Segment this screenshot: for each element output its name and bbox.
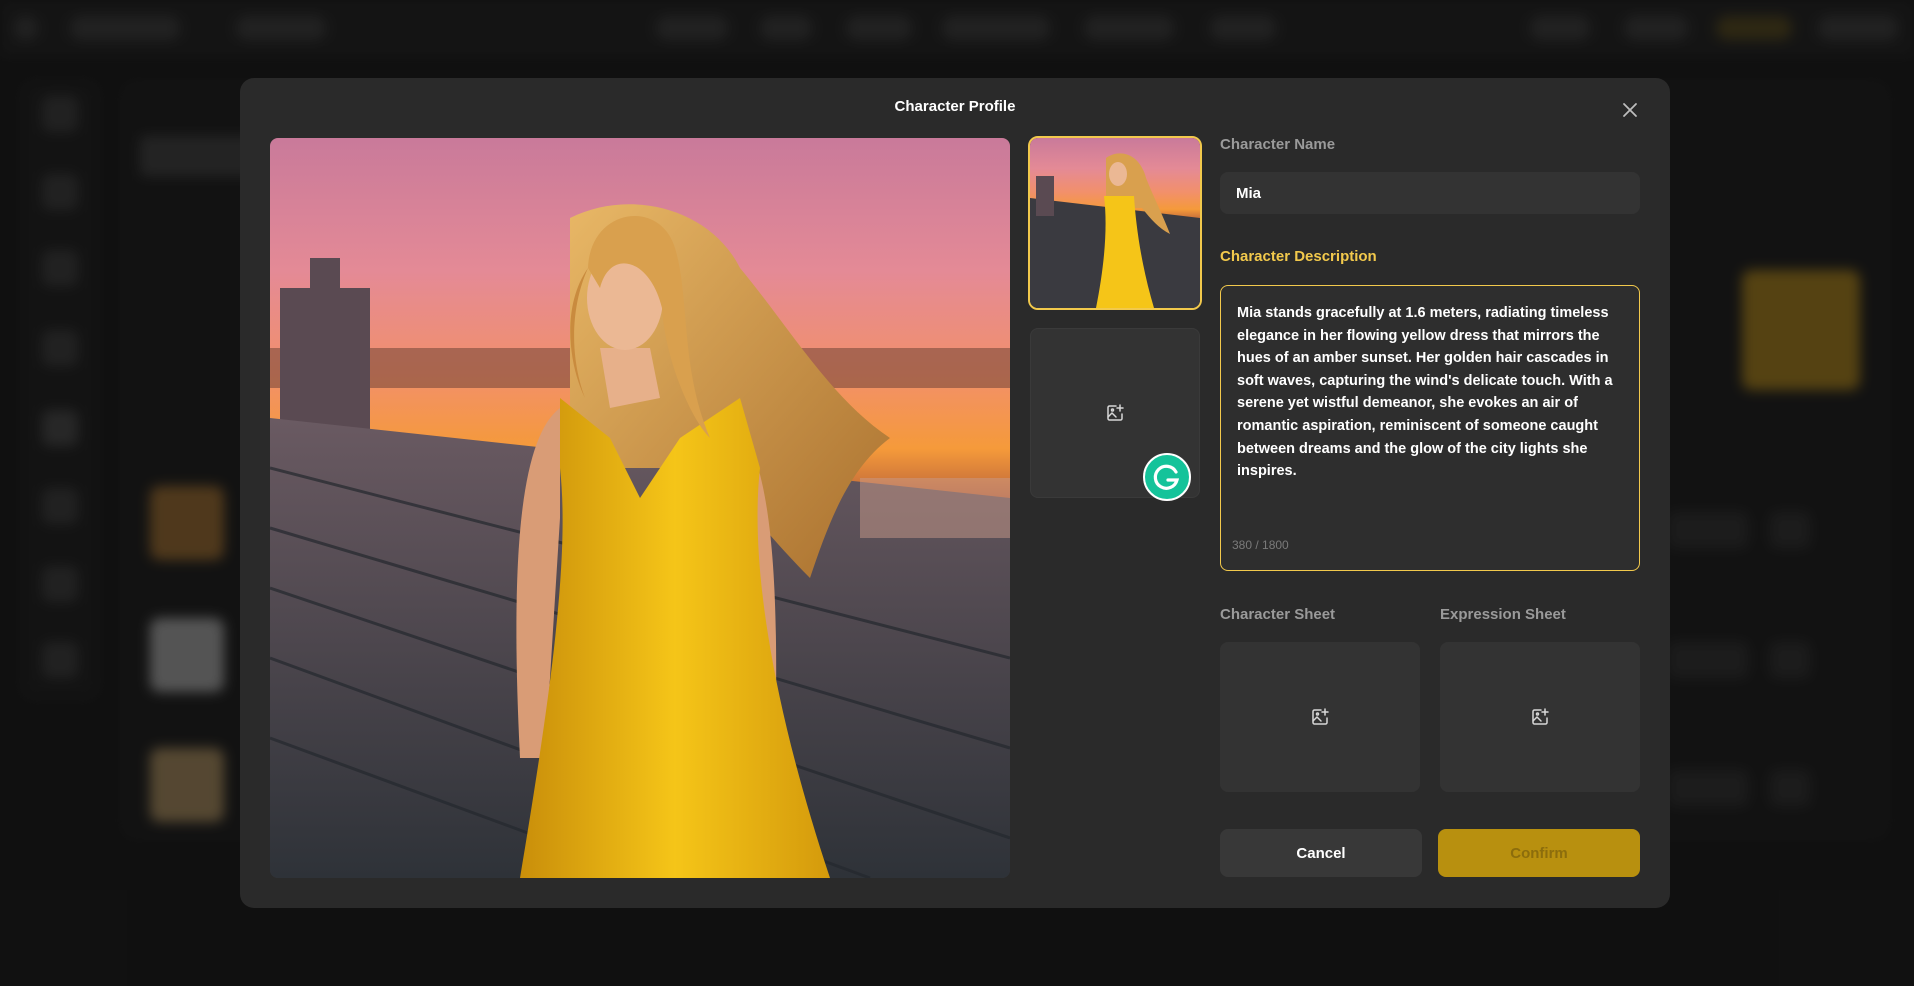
- grammarly-icon[interactable]: [1143, 453, 1191, 501]
- character-name-input[interactable]: [1220, 172, 1640, 214]
- character-portrait-illustration: [270, 138, 1010, 878]
- confirm-button[interactable]: Confirm: [1438, 829, 1640, 877]
- image-plus-icon: [1532, 708, 1549, 725]
- expression-sheet-upload[interactable]: [1440, 642, 1640, 792]
- thumbnail-image: [1030, 138, 1200, 308]
- modal-title: Character Profile: [894, 98, 1016, 115]
- character-description-textarea[interactable]: Mia stands gracefully at 1.6 meters, rad…: [1220, 285, 1640, 571]
- close-icon: [1623, 103, 1637, 117]
- character-sheet-upload[interactable]: [1220, 642, 1420, 792]
- image-plus-icon: [1312, 708, 1329, 725]
- expression-sheet-label: Expression Sheet: [1440, 606, 1566, 623]
- cancel-button[interactable]: Cancel: [1220, 829, 1422, 877]
- main-character-image: [270, 138, 1010, 878]
- description-char-count: 380 / 1800: [1232, 538, 1289, 552]
- character-sheet-label: Character Sheet: [1220, 606, 1336, 623]
- thumbnail-selected[interactable]: [1028, 136, 1202, 310]
- character-name-label: Character Name: [1220, 136, 1336, 153]
- description-text: Mia stands gracefully at 1.6 meters, rad…: [1237, 305, 1613, 480]
- character-profile-modal: Character Profile Character Name Mia Cha…: [240, 78, 1670, 908]
- character-description-label: Character Description: [1220, 248, 1377, 265]
- image-plus-icon: [1107, 404, 1124, 421]
- close-button[interactable]: [1616, 96, 1644, 124]
